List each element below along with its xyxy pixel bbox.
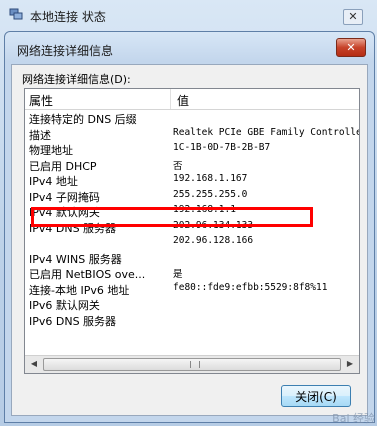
column-header-value[interactable]: 值 <box>177 92 189 109</box>
outer-close-button[interactable]: ✕ <box>343 9 363 25</box>
network-details-dialog: 网络连接详细信息 ✕ 网络连接详细信息(D): 属性 值 连接特定的 DNS 后… <box>4 31 375 423</box>
property-cell: 描述 <box>29 128 51 142</box>
physical-address-highlight-box <box>31 207 313 227</box>
property-cell: 连接特定的 DNS 后缀 <box>29 113 137 126</box>
list-item[interactable]: 描述 Realtek PCIe GBE Family Controlle <box>25 127 359 143</box>
value-cell: 192.168.1.167 <box>173 173 248 184</box>
property-cell: 已启用 NetBIOS ove... <box>29 268 146 281</box>
value-cell: 202.96.128.166 <box>173 235 254 246</box>
dialog-close-button[interactable]: ✕ <box>336 38 366 57</box>
list-item[interactable]: IPv4 WINS 服务器 <box>25 251 359 267</box>
scrollbar-grip <box>190 361 200 368</box>
scroll-right-arrow-icon[interactable]: ▶ <box>343 358 357 370</box>
list-item[interactable]: 连接特定的 DNS 后缀 <box>25 111 359 127</box>
details-list[interactable]: 属性 值 连接特定的 DNS 后缀 描述 Realtek PCIe GBE Fam… <box>24 88 360 374</box>
watermark: Bai 经验 <box>332 412 375 425</box>
column-divider[interactable] <box>170 89 171 109</box>
value-cell: 否 <box>173 160 183 172</box>
property-cell: 已启用 DHCP <box>29 159 97 173</box>
value-cell: fe80::fde9:efbb:5529:8f8%11 <box>173 281 328 293</box>
horizontal-scrollbar[interactable]: ◀ ▶ <box>25 355 359 373</box>
value-cell: 是 <box>173 269 183 280</box>
scrollbar-thumb[interactable] <box>43 358 341 371</box>
dialog-title: 网络连接详细信息 <box>17 44 114 58</box>
property-cell: IPv6 默认网关 <box>29 299 100 312</box>
scroll-left-arrow-icon[interactable]: ◀ <box>27 358 41 370</box>
property-cell: IPv6 DNS 服务器 <box>29 314 117 328</box>
property-cell: IPv4 地址 <box>29 175 78 188</box>
list-item[interactable]: 已启用 DHCP 否 <box>25 158 359 174</box>
property-cell: 连接-本地 IPv6 地址 <box>29 283 130 297</box>
list-header: 属性 值 <box>25 89 359 110</box>
outer-window-title: 本地连接 状态 <box>30 10 106 24</box>
list-item[interactable]: 物理地址 1C-1B-0D-7B-2B-B7 <box>25 142 359 158</box>
list-item[interactable]: 202.96.128.166 <box>25 235 359 251</box>
close-button[interactable]: 关闭(C) <box>281 385 351 407</box>
list-item[interactable]: 连接-本地 IPv6 地址 fe80::fde9:efbb:5529:8f8%11 <box>25 282 359 298</box>
details-label: 网络连接详细信息(D): <box>22 73 131 86</box>
property-cell: 物理地址 <box>29 144 73 157</box>
list-item[interactable]: IPv6 DNS 服务器 <box>25 313 359 329</box>
network-icon <box>9 8 23 20</box>
list-item[interactable]: IPv4 子网掩码 255.255.255.0 <box>25 189 359 205</box>
property-cell: IPv4 WINS 服务器 <box>29 252 122 266</box>
value-cell: 1C-1B-0D-7B-2B-B7 <box>173 142 271 153</box>
dialog-client-area: 网络连接详细信息(D): 属性 值 连接特定的 DNS 后缀 描述 Realtek… <box>11 64 368 416</box>
list-item[interactable]: IPv6 默认网关 <box>25 297 359 313</box>
column-header-property[interactable]: 属性 <box>29 92 53 109</box>
property-cell: IPv4 子网掩码 <box>29 190 100 204</box>
list-item[interactable]: 已启用 NetBIOS ove... 是 <box>25 266 359 282</box>
list-item[interactable]: IPv4 地址 192.168.1.167 <box>25 173 359 189</box>
value-cell: 255.255.255.0 <box>173 188 248 200</box>
value-cell: Realtek PCIe GBE Family Controlle <box>173 126 360 138</box>
